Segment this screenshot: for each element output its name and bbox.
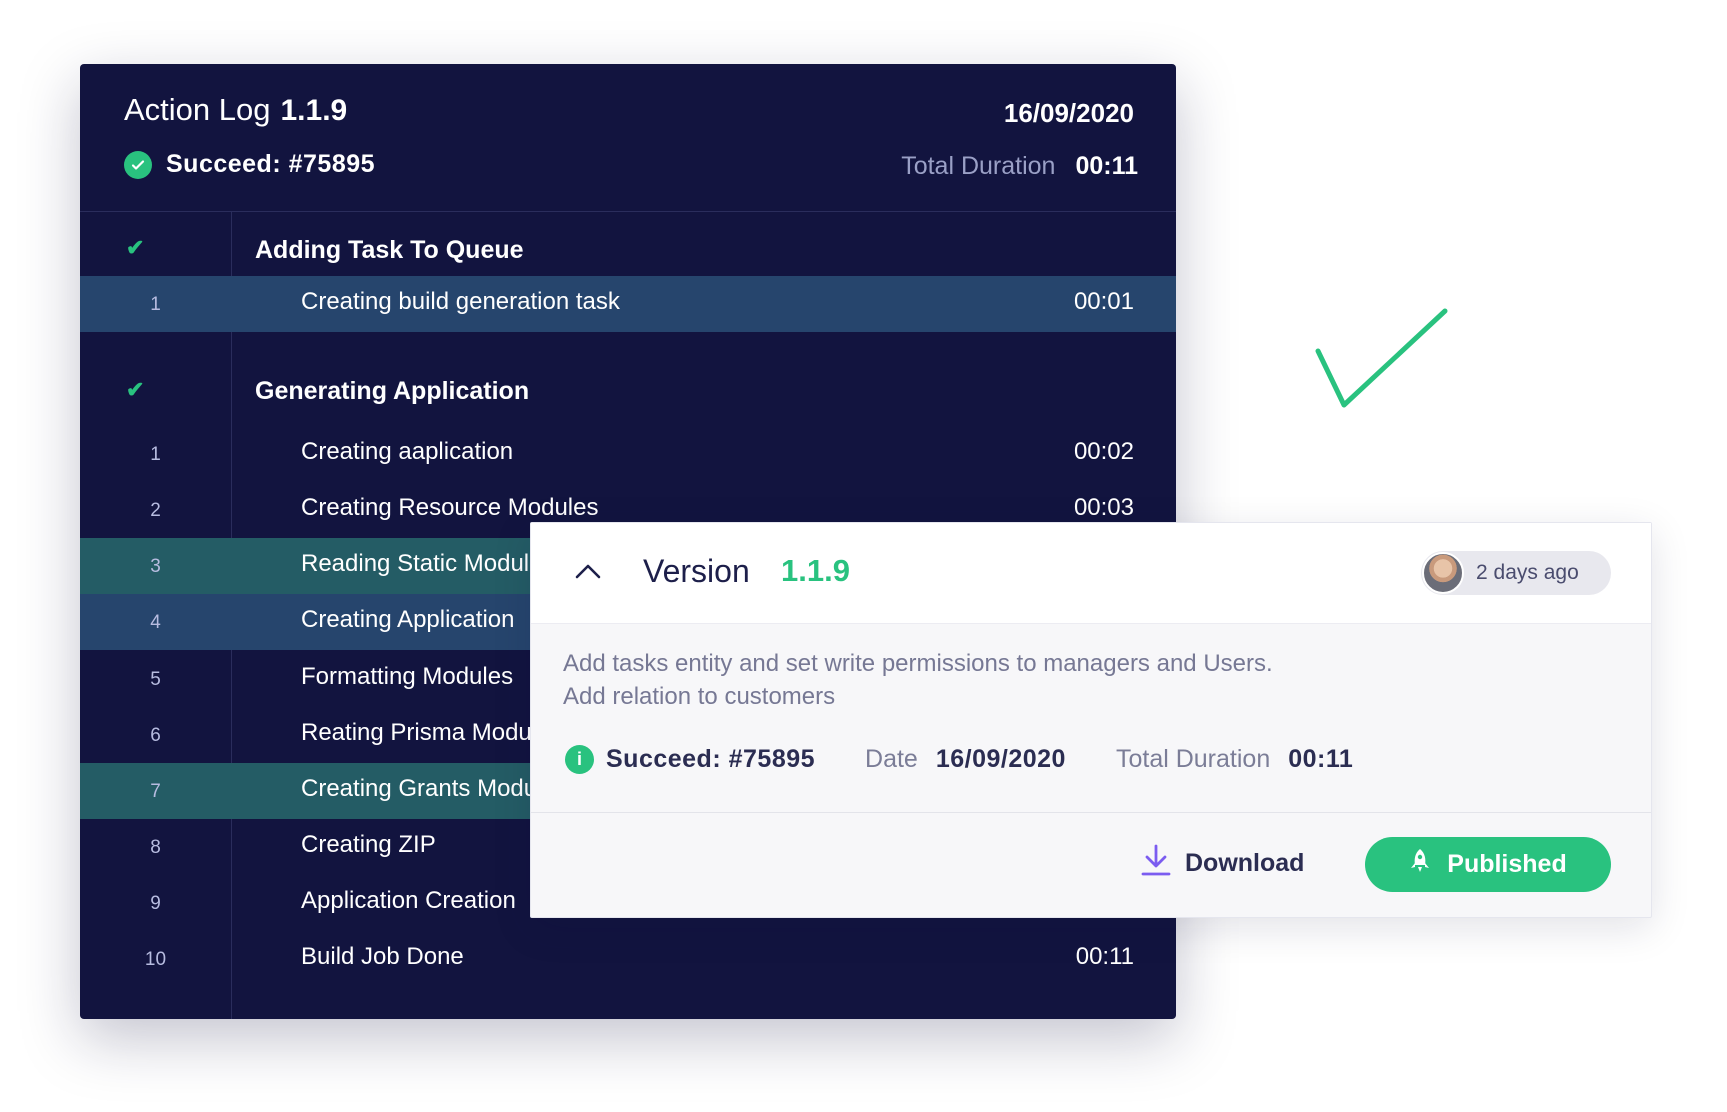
row-text: Formatting Modules (301, 663, 514, 690)
row-text: Application Creation (301, 887, 516, 914)
date-label: Date (865, 745, 918, 773)
row-number: 1 (150, 444, 161, 465)
success-check-icon (124, 150, 152, 179)
action-log-header: Action Log 1.1.9 16/09/2020 Succeed: #758… (80, 64, 1176, 212)
row-time: 00:01 (1073, 288, 1134, 315)
row-time: 00:03 (1073, 494, 1134, 521)
chevron-up-icon[interactable] (573, 561, 603, 586)
published-button[interactable]: Published (1365, 837, 1611, 892)
version-description: Add tasks entity and set write permissio… (563, 647, 1273, 713)
version-card-header: Version 1.1.9 2 days ago (531, 523, 1651, 624)
action-log-version: 1.1.9 (280, 94, 348, 127)
row-text: Build Job Done (301, 943, 464, 970)
version-meta: i Succeed: #75895 Date 16/09/2020 Total … (565, 745, 1353, 774)
duration-value: 00:11 (1288, 745, 1354, 773)
version-status: Succeed: #75895 (606, 745, 816, 773)
check-icon: ✔ (126, 235, 145, 260)
row-text: Reating Prisma Modules (301, 719, 563, 746)
row-text: Creating ZIP (301, 831, 436, 858)
log-row[interactable]: 10 Build Job Done 00:11 (80, 931, 1176, 987)
section-title: Adding Task To Queue (255, 236, 524, 264)
row-number: 7 (150, 781, 161, 802)
log-row[interactable]: 1 Creating build generation task 00:01 (80, 276, 1176, 332)
large-check-icon (1310, 305, 1450, 415)
check-icon: ✔ (126, 377, 145, 402)
row-time: 00:11 (1075, 943, 1134, 970)
info-icon: i (565, 745, 594, 774)
version-label: Version (643, 553, 750, 589)
row-time: 00:02 (1073, 438, 1134, 465)
row-text: Creating Application (301, 606, 515, 633)
action-log-date: 16/09/2020 (1003, 98, 1134, 128)
description-line: Add tasks entity and set write permissio… (563, 650, 1273, 677)
section-title: Generating Application (255, 377, 530, 405)
download-button[interactable]: Download (1141, 843, 1304, 884)
row-number: 1 (150, 294, 161, 315)
row-number: 3 (150, 556, 161, 577)
log-row[interactable]: 1 Creating aaplication 00:02 (80, 426, 1176, 482)
duration-value: 00:11 (1075, 152, 1138, 180)
action-log-title: Action Log 1.1.9 (124, 92, 347, 128)
action-log-status: Succeed: #75895 (124, 150, 375, 179)
version-card: Version 1.1.9 2 days ago Add tasks entit… (530, 522, 1652, 918)
row-number: 6 (150, 725, 161, 746)
version-number: 1.1.9 (781, 553, 850, 588)
duration-label: Total Duration (1115, 745, 1271, 773)
row-number: 5 (150, 669, 161, 690)
rocket-icon (1409, 848, 1447, 881)
row-text: Reading Static Modules (301, 550, 555, 577)
time-ago-text: 2 days ago (1476, 561, 1579, 584)
action-log-status-text: Succeed: #75895 (166, 150, 376, 178)
row-number: 9 (150, 893, 161, 914)
date-value: 16/09/2020 (935, 745, 1066, 773)
row-number: 10 (144, 949, 167, 970)
row-text: Creating aaplication (301, 438, 514, 465)
download-icon (1141, 843, 1185, 884)
avatar (1422, 552, 1464, 594)
published-label: Published (1447, 850, 1567, 878)
description-line: Add relation to customers (563, 683, 836, 710)
download-label: Download (1185, 849, 1305, 877)
action-log-title-label: Action Log (124, 92, 271, 127)
row-text: Creating build generation task (301, 288, 620, 315)
version-card-footer: Download Published (531, 812, 1651, 917)
time-ago-badge: 2 days ago (1421, 551, 1611, 595)
row-text: Creating Grants Modules (301, 775, 568, 802)
duration-label: Total Duration (901, 152, 1056, 180)
row-text: Creating Resource Modules (301, 494, 599, 521)
row-number: 2 (150, 500, 161, 521)
row-number: 4 (150, 612, 161, 633)
row-number: 8 (150, 837, 161, 858)
action-log-duration: Total Duration 00:11 (901, 152, 1138, 181)
